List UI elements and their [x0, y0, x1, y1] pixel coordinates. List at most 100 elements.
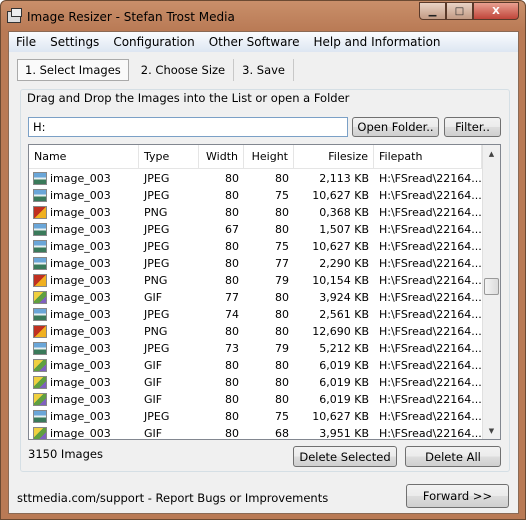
col-filesize[interactable]: Filesize	[294, 145, 374, 168]
app-window: Image Resizer - Stefan Trost Media ▁ □ X…	[0, 0, 526, 520]
jpeg-file-icon	[33, 223, 47, 236]
gif-file-icon	[33, 393, 47, 406]
cell-filesize: 10,627 KB	[312, 240, 369, 253]
col-name[interactable]: Name	[29, 145, 139, 168]
cell-width: 80	[225, 410, 239, 423]
table-row[interactable]: image_003 PNG 80 80 12,690 KB H:\FSread\22164…	[29, 323, 482, 340]
list-rows: image_003 JPEG 80 80 2,113 KB H:\FSread\22164…	[29, 170, 482, 440]
cell-type: JPEG	[144, 223, 170, 236]
vertical-scrollbar[interactable]: ▲ ▼	[482, 145, 500, 439]
file-name: image_003	[50, 410, 111, 423]
table-row[interactable]: image_003 GIF 80 80 6,019 KB H:\FSread\22164.…	[29, 374, 482, 391]
image-list[interactable]: Name Type Width Height Filesize Filepath…	[28, 144, 501, 440]
cell-width: 80	[225, 376, 239, 389]
table-row[interactable]: image_003 GIF 80 68 3,951 KB H:\FSread\22164.…	[29, 425, 482, 440]
cell-height: 77	[275, 257, 289, 270]
table-row[interactable]: image_003 JPEG 67 80 1,507 KB H:\FSread\22164…	[29, 221, 482, 238]
cell-name: image_003	[29, 206, 139, 219]
col-type[interactable]: Type	[139, 145, 199, 168]
cell-filepath: H:\FSread\22164...	[379, 427, 482, 440]
file-name: image_003	[50, 274, 111, 287]
gif-file-icon	[33, 376, 47, 389]
open-folder-button[interactable]: Open Folder..	[352, 117, 439, 137]
table-row[interactable]: image_003 JPEG 80 75 10,627 KB H:\FSread\2216…	[29, 238, 482, 255]
table-row[interactable]: image_003 JPEG 80 75 10,627 KB H:\FSread\2216…	[29, 408, 482, 425]
tab-choose-size[interactable]: 2. Choose Size	[133, 59, 235, 81]
table-row[interactable]: image_003 JPEG 80 75 10,627 KB H:\FSread\2216…	[29, 187, 482, 204]
menu-file[interactable]: File	[16, 35, 36, 49]
jpeg-file-icon	[33, 257, 47, 270]
cell-width: 80	[225, 359, 239, 372]
cell-width: 80	[225, 274, 239, 287]
col-height[interactable]: Height	[244, 145, 294, 168]
table-row[interactable]: image_003 GIF 77 80 3,924 KB H:\FSread\22164.…	[29, 289, 482, 306]
cell-filepath: H:\FSread\22164...	[379, 257, 482, 270]
col-filepath[interactable]: Filepath	[374, 145, 482, 168]
minimize-button[interactable]: ▁	[419, 2, 446, 20]
cell-width: 80	[225, 206, 239, 219]
png-file-icon	[33, 274, 47, 287]
cell-width: 80	[225, 325, 239, 338]
filter-button[interactable]: Filter..	[444, 117, 501, 137]
cell-height: 79	[275, 274, 289, 287]
file-name: image_003	[50, 359, 111, 372]
cell-filesize: 2,113 KB	[319, 172, 369, 185]
cell-type: PNG	[144, 206, 168, 219]
table-row[interactable]: image_003 GIF 80 80 6,019 KB H:\FSread\22164.…	[29, 357, 482, 374]
support-link[interactable]: sttmedia.com/support - Report Bugs or Im…	[17, 491, 328, 505]
cell-name: image_003	[29, 223, 139, 236]
menu-configuration[interactable]: Configuration	[113, 35, 194, 49]
tab-select-images[interactable]: 1. Select Images	[17, 59, 129, 81]
table-row[interactable]: image_003 JPEG 80 80 2,113 KB H:\FSread\22164…	[29, 170, 482, 187]
tab-save[interactable]: 3. Save	[234, 59, 294, 81]
menu-other-software[interactable]: Other Software	[209, 35, 300, 49]
file-name: image_003	[50, 393, 111, 406]
maximize-button[interactable]: □	[446, 2, 473, 20]
cell-name: image_003	[29, 427, 139, 440]
folder-path-input[interactable]: H:	[28, 117, 348, 137]
scroll-thumb[interactable]	[484, 278, 499, 295]
table-row[interactable]: image_003 JPEG 80 77 2,290 KB H:\FSread\22164…	[29, 255, 482, 272]
jpeg-file-icon	[33, 172, 47, 185]
cell-filesize: 3,951 KB	[319, 427, 369, 440]
close-button[interactable]: X	[473, 2, 519, 20]
cell-filesize: 1,507 KB	[319, 223, 369, 236]
table-row[interactable]: image_003 PNG 80 80 0,368 KB H:\FSread\22164.…	[29, 204, 482, 221]
cell-type: JPEG	[144, 240, 170, 253]
cell-filepath: H:\FSread\22164...	[379, 291, 482, 304]
cell-width: 80	[225, 393, 239, 406]
col-width[interactable]: Width	[199, 145, 244, 168]
table-row[interactable]: image_003 JPEG 73 79 5,212 KB H:\FSread\22164…	[29, 340, 482, 357]
menu-help[interactable]: Help and Information	[314, 35, 441, 49]
menu-settings[interactable]: Settings	[50, 35, 99, 49]
table-row[interactable]: image_003 PNG 80 79 10,154 KB H:\FSread\22164…	[29, 272, 482, 289]
file-name: image_003	[50, 291, 111, 304]
cell-name: image_003	[29, 291, 139, 304]
jpeg-file-icon	[33, 410, 47, 423]
cell-width: 80	[225, 189, 239, 202]
cell-name: image_003	[29, 172, 139, 185]
cell-name: image_003	[29, 325, 139, 338]
cell-height: 75	[275, 410, 289, 423]
scroll-down-icon[interactable]: ▼	[483, 422, 500, 439]
cell-width: 80	[225, 257, 239, 270]
file-name: image_003	[50, 376, 111, 389]
jpeg-file-icon	[33, 240, 47, 253]
scroll-up-icon[interactable]: ▲	[483, 145, 500, 162]
step-tabs: 1. Select Images 2. Choose Size 3. Save	[17, 58, 294, 82]
cell-filepath: H:\FSread\22164...	[379, 325, 482, 338]
forward-button[interactable]: Forward >>	[406, 484, 509, 508]
file-name: image_003	[50, 427, 111, 440]
cell-height: 68	[275, 427, 289, 440]
delete-selected-button[interactable]: Delete Selected	[293, 446, 397, 467]
file-name: image_003	[50, 257, 111, 270]
delete-all-button[interactable]: Delete All	[405, 446, 501, 467]
table-row[interactable]: image_003 GIF 80 80 6,019 KB H:\FSread\22164.…	[29, 391, 482, 408]
cell-type: JPEG	[144, 410, 170, 423]
cell-height: 79	[275, 342, 289, 355]
png-file-icon	[33, 325, 47, 338]
cell-filesize: 12,690 KB	[312, 325, 369, 338]
cell-filepath: H:\FSread\22164...	[379, 376, 482, 389]
table-row[interactable]: image_003 JPEG 74 80 2,561 KB H:\FSread\22164…	[29, 306, 482, 323]
jpeg-file-icon	[33, 189, 47, 202]
